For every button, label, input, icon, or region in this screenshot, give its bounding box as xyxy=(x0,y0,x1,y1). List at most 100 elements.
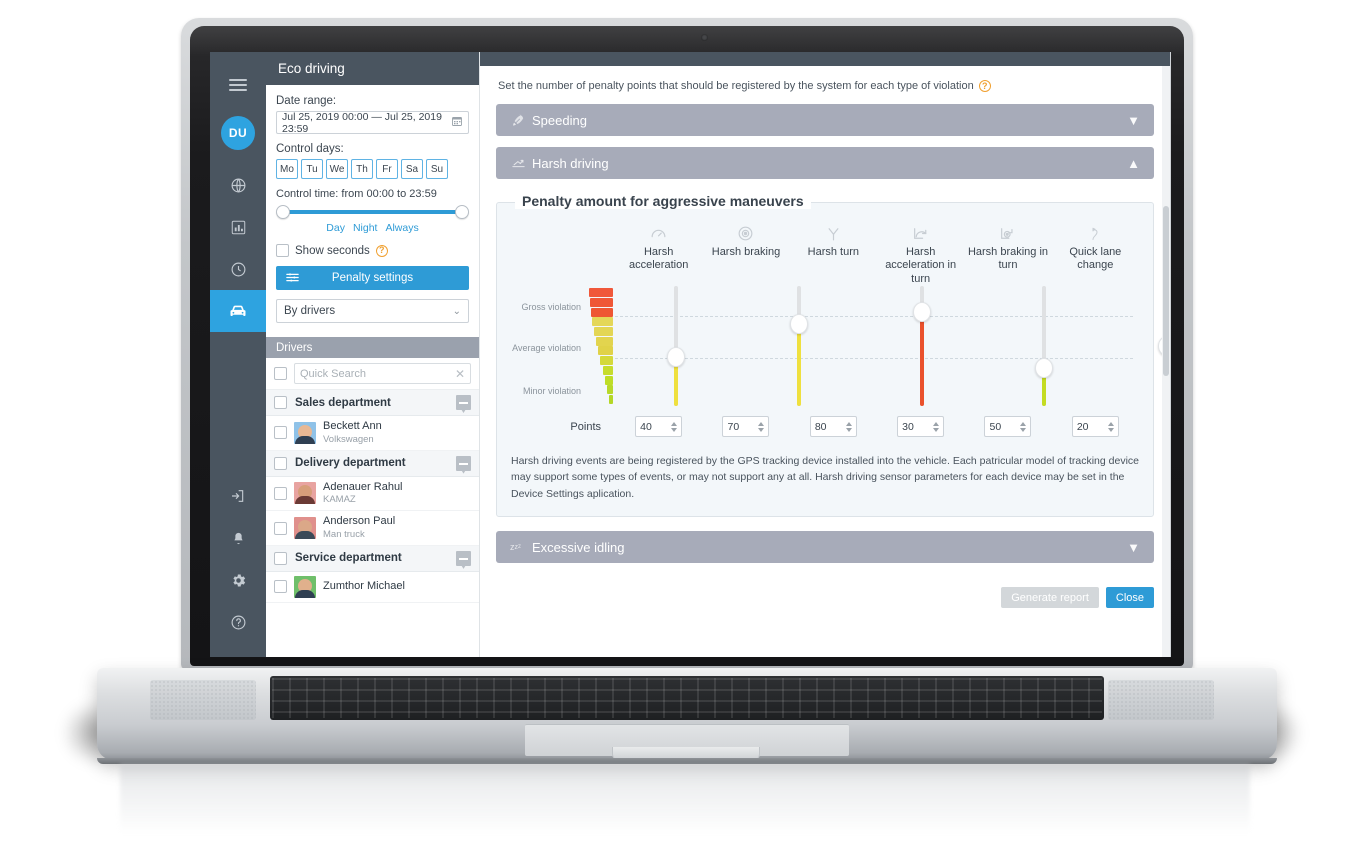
driver-checkbox[interactable] xyxy=(274,521,287,535)
severity-block xyxy=(607,385,613,395)
preset-always[interactable]: Always xyxy=(385,222,418,234)
penalty-slider-1[interactable] xyxy=(646,286,706,407)
question-icon[interactable]: ? xyxy=(978,80,991,92)
quick-lane-change-icon xyxy=(1052,223,1139,243)
preset-night[interactable]: Night xyxy=(353,222,378,234)
close-button[interactable]: Close xyxy=(1105,587,1154,609)
stepper-up[interactable] xyxy=(671,421,678,426)
collapse-group-icon[interactable] xyxy=(456,395,471,410)
stepper-up[interactable] xyxy=(1107,421,1114,426)
points-input-harsh-braking[interactable]: 70 xyxy=(722,416,770,438)
group-by-select[interactable]: By drivers ⌄ xyxy=(276,299,469,323)
avatar[interactable]: DU xyxy=(221,116,255,150)
list-item[interactable]: Beckett Ann Volkswagen xyxy=(266,416,479,451)
group-checkbox[interactable] xyxy=(274,396,287,409)
car-icon[interactable] xyxy=(210,290,266,332)
list-item[interactable]: Zumthor Michael xyxy=(266,572,479,603)
control-time-slider[interactable] xyxy=(276,204,469,220)
preset-day[interactable]: Day xyxy=(326,222,345,234)
search-input[interactable]: Quick Search ✕ xyxy=(294,363,471,384)
stepper[interactable] xyxy=(671,421,678,432)
close-icon[interactable]: ✕ xyxy=(455,367,465,381)
select-all-checkbox[interactable] xyxy=(274,367,287,380)
control-time-handle-start[interactable] xyxy=(276,205,290,219)
date-range-input[interactable]: Jul 25, 2019 00:00 — Jul 25, 2019 23:59 xyxy=(276,111,469,135)
stepper[interactable] xyxy=(933,421,940,432)
stepper-up[interactable] xyxy=(845,421,852,426)
chart-icon[interactable] xyxy=(210,206,266,248)
stepper[interactable] xyxy=(1020,421,1027,432)
group-row[interactable]: Service department xyxy=(266,545,479,572)
globe-icon[interactable] xyxy=(210,164,266,206)
group-checkbox[interactable] xyxy=(274,551,287,565)
gear-icon[interactable] xyxy=(210,559,266,601)
penalty-settings-button[interactable]: Penalty settings xyxy=(276,266,469,290)
control-time-track xyxy=(280,210,465,214)
group-checkbox[interactable] xyxy=(274,456,287,470)
hamburger-icon[interactable] xyxy=(210,64,266,106)
scale-label-minor: Minor violation xyxy=(522,386,581,397)
points-input-harsh-acceleration[interactable]: 40 xyxy=(635,416,683,438)
maneuver-header-quick-lane-change: Quick lane change xyxy=(1052,209,1139,286)
slider-handle[interactable] xyxy=(1035,358,1054,379)
points-input-harsh-braking-in-turn[interactable]: 50 xyxy=(984,416,1032,438)
stepper-down[interactable] xyxy=(933,427,940,432)
driver-checkbox[interactable] xyxy=(274,580,287,594)
points-input-quick-lane-change[interactable]: 20 xyxy=(1071,416,1119,438)
sliders-icon xyxy=(285,270,300,288)
day-toggle-sa[interactable]: Sa xyxy=(401,159,423,179)
collapse-group-icon[interactable] xyxy=(456,550,471,566)
show-seconds-checkbox[interactable] xyxy=(276,244,289,257)
day-toggle-fr[interactable]: Fr xyxy=(376,159,398,179)
penalty-slider-3[interactable] xyxy=(892,286,952,407)
stepper[interactable] xyxy=(1107,421,1114,432)
stepper-down[interactable] xyxy=(1020,427,1027,432)
main-scrollbar-track[interactable] xyxy=(1162,66,1170,657)
points-value: 40 xyxy=(640,420,652,433)
list-item[interactable]: Anderson Paul Man truck xyxy=(266,511,479,546)
driver-checkbox[interactable] xyxy=(274,486,287,500)
main-scrollbar-thumb[interactable] xyxy=(1163,206,1169,376)
accordion-harsh-driving[interactable]: Harsh driving ▲ xyxy=(496,147,1154,179)
bell-icon[interactable] xyxy=(210,517,266,559)
control-time-handle-end[interactable] xyxy=(455,205,469,219)
stepper-down[interactable] xyxy=(845,427,852,432)
clock-icon[interactable] xyxy=(210,248,266,290)
day-toggle-tu[interactable]: Tu xyxy=(301,159,323,179)
penalty-slider-4[interactable] xyxy=(1014,286,1074,407)
list-item[interactable]: Adenauer Rahul KAMAZ xyxy=(266,477,479,512)
day-toggle-th[interactable]: Th xyxy=(351,159,373,179)
stepper[interactable] xyxy=(845,421,852,432)
day-toggle-we[interactable]: We xyxy=(326,159,348,179)
group-row[interactable]: Delivery department xyxy=(266,450,479,477)
stepper-up[interactable] xyxy=(1020,421,1027,426)
accordion-speeding[interactable]: Speeding ▼ xyxy=(496,104,1154,136)
slider-handle[interactable] xyxy=(912,302,931,323)
stepper-up[interactable] xyxy=(758,421,765,426)
driver-vehicle: KAMAZ xyxy=(323,494,356,506)
action-buttons: Generate report Close xyxy=(496,587,1154,620)
points-input-harsh-turn[interactable]: 80 xyxy=(809,416,857,438)
points-input-harsh-acceleration-in-turn[interactable]: 30 xyxy=(897,416,945,438)
generate-report-button[interactable]: Generate report xyxy=(1001,587,1099,609)
calendar-icon[interactable] xyxy=(451,115,463,130)
avatar-initials: DU xyxy=(228,126,248,140)
penalty-slider-2[interactable] xyxy=(769,286,829,407)
collapse-group-icon[interactable] xyxy=(456,455,471,471)
stepper-down[interactable] xyxy=(671,427,678,432)
stepper[interactable] xyxy=(758,421,765,432)
slider-handle[interactable] xyxy=(790,314,808,335)
help-icon[interactable] xyxy=(210,601,266,643)
stepper-up[interactable] xyxy=(933,421,940,426)
day-toggle-mo[interactable]: Mo xyxy=(276,159,298,179)
stepper-down[interactable] xyxy=(1107,427,1114,432)
group-row[interactable]: Sales department xyxy=(266,390,479,416)
logout-icon[interactable] xyxy=(210,475,266,517)
driver-checkbox[interactable] xyxy=(274,426,287,440)
stepper-down[interactable] xyxy=(758,427,765,432)
question-icon[interactable]: ? xyxy=(375,244,388,257)
accordion-excessive-idling[interactable]: zzz Excessive idling ▼ xyxy=(496,531,1154,564)
slider-handle[interactable] xyxy=(667,347,686,368)
driver-vehicle: Man truck xyxy=(323,529,365,540)
day-toggle-su[interactable]: Su xyxy=(426,159,448,179)
